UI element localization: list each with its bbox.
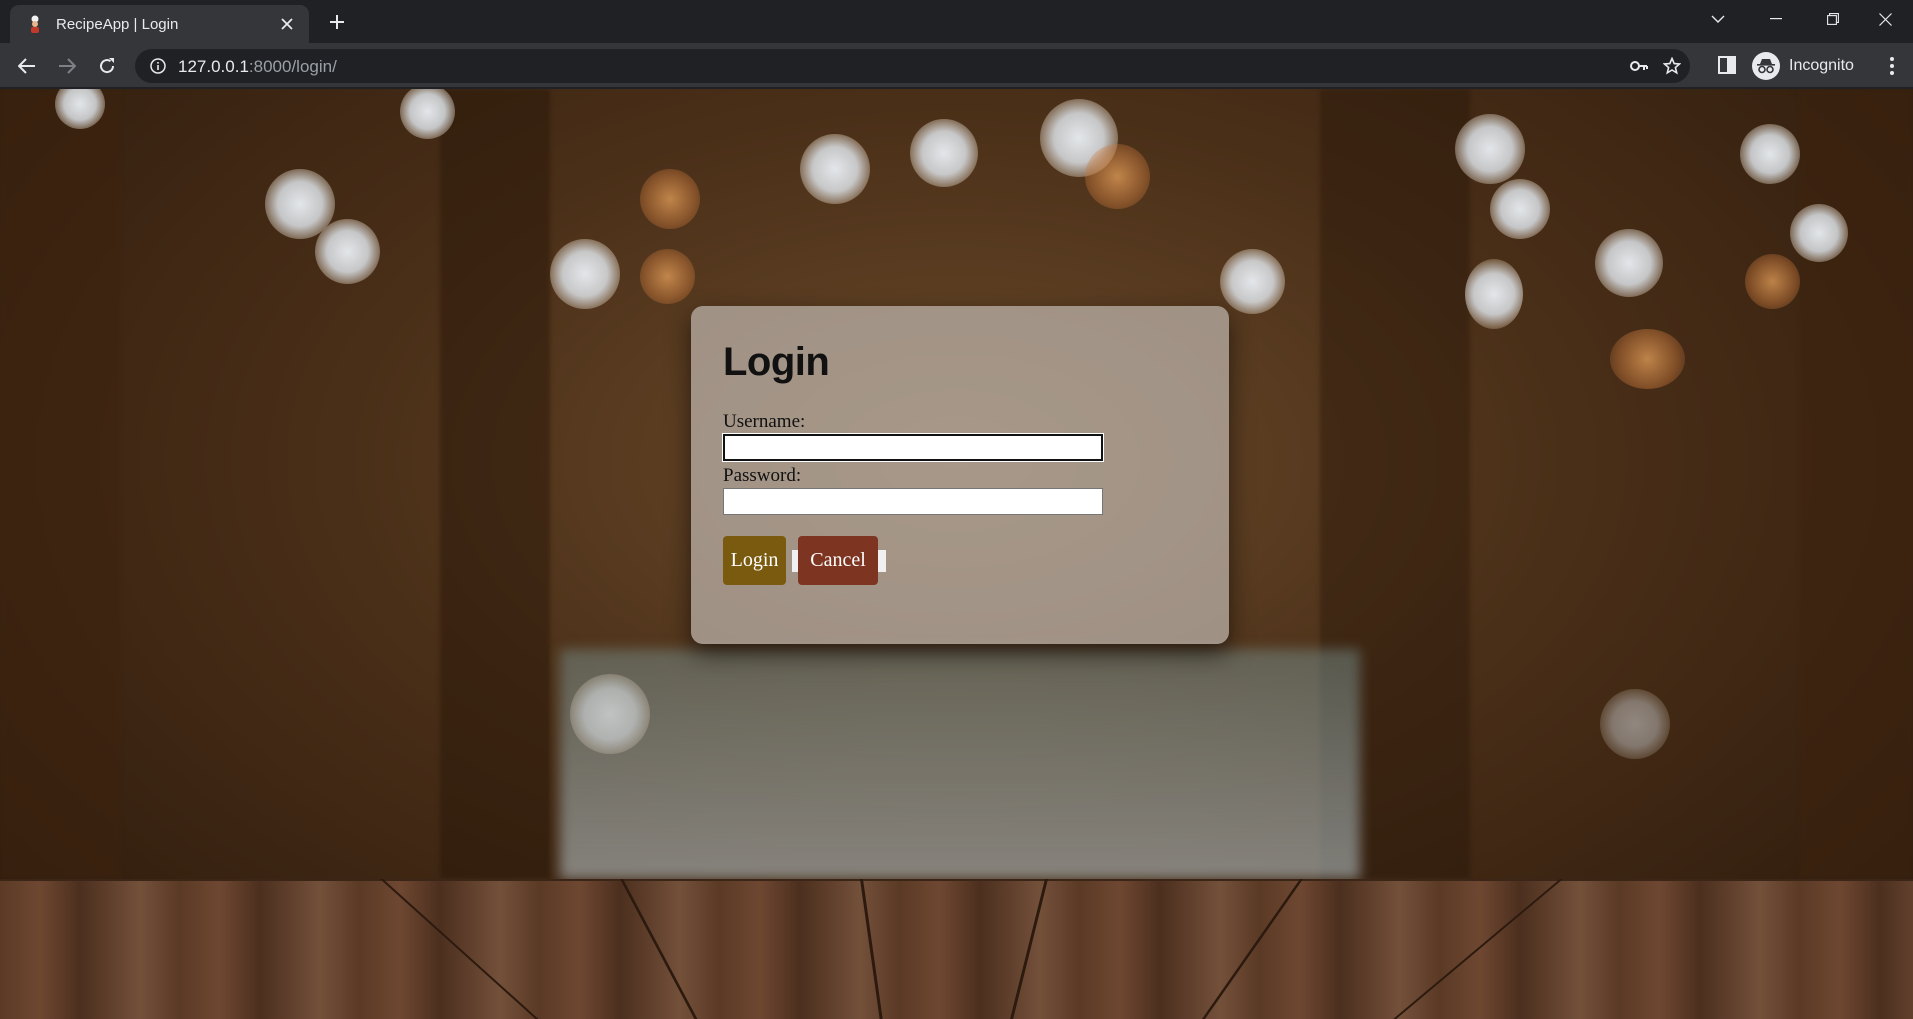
username-input[interactable] [722, 433, 1104, 462]
url-text[interactable]: 127.0.0.1:8000/login/ [178, 57, 337, 77]
key-icon[interactable] [1629, 56, 1649, 76]
username-label: Username: [723, 411, 806, 432]
chevron-down-icon[interactable] [1690, 0, 1746, 38]
profile-incognito[interactable]: Incognito [1752, 51, 1854, 81]
login-card: Login Username: Password: Login Cancel [691, 306, 1229, 644]
tab-title: RecipeApp | Login [56, 15, 179, 33]
back-icon[interactable] [10, 49, 44, 83]
url-host: 127.0.0.1 [178, 57, 249, 76]
button-row: Login Cancel [723, 536, 1229, 585]
close-icon[interactable] [273, 10, 301, 38]
cancel-button[interactable]: Cancel [798, 536, 878, 585]
chef-favicon-icon [26, 15, 44, 33]
more-menu-icon[interactable] [1880, 53, 1904, 79]
button-separator [878, 549, 886, 572]
incognito-icon [1752, 52, 1780, 80]
minimize-icon[interactable] [1748, 0, 1804, 38]
restore-icon[interactable] [1805, 0, 1861, 38]
reload-icon[interactable] [90, 49, 124, 83]
info-icon[interactable] [149, 57, 167, 75]
page-title: Login [723, 340, 830, 384]
url-path: :8000/login/ [248, 57, 337, 76]
wooden-table [0, 879, 1913, 1019]
side-panel-icon[interactable] [1717, 55, 1739, 77]
star-icon[interactable] [1662, 56, 1682, 76]
plus-icon[interactable] [323, 8, 351, 36]
address-bar[interactable]: 127.0.0.1:8000/login/ [135, 49, 1690, 83]
password-input[interactable] [723, 488, 1103, 515]
forward-icon[interactable] [50, 49, 84, 83]
tab-strip: RecipeApp | Login [0, 0, 1913, 43]
tab-active[interactable]: RecipeApp | Login [10, 5, 309, 43]
browser-toolbar: 127.0.0.1:8000/login/ Incognito [0, 43, 1913, 88]
profile-label: Incognito [1789, 57, 1854, 74]
window-close-icon[interactable] [1857, 0, 1913, 38]
login-button[interactable]: Login [723, 536, 786, 585]
password-label: Password: [723, 465, 802, 486]
login-form: Username: Password: Login Cancel [722, 411, 1229, 585]
